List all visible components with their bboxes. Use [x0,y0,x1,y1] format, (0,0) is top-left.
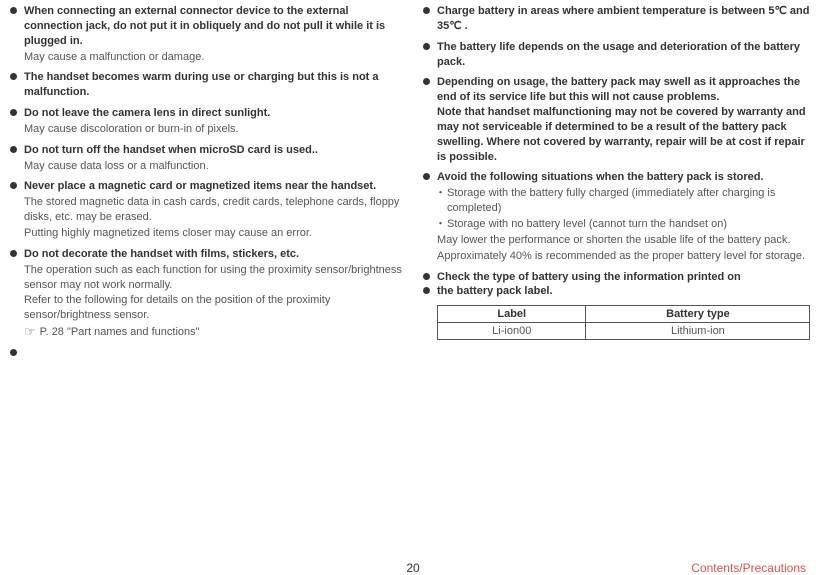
item-note: Refer to the following for details on th… [24,293,403,323]
item-note: The operation such as each function for … [24,263,403,293]
section-label: Contents/Precautions [691,561,806,575]
item-note: Putting highly magnetized items closer m… [24,226,403,241]
item-title: The battery life depends on the usage an… [437,40,816,70]
item-title: Do not leave the camera lens in direct s… [24,106,403,121]
table-header: Label [438,306,586,323]
bullet-icon [10,109,17,116]
bullet-icon [423,78,430,85]
item-title: Depending on usage, the battery pack may… [437,75,816,164]
item-title: When connecting an external connector de… [24,4,403,49]
page-number: 20 [406,561,419,575]
bullet-icon [423,173,430,180]
bullet-icon [10,7,17,14]
bullet-icon [423,7,430,14]
table-cell: Li-ion00 [438,323,586,340]
item-note: May lower the performance or shorten the… [437,233,816,248]
table-header: Battery type [586,306,810,323]
list-item: Check the type of battery using the info… [423,270,816,285]
item-note: May cause a malfunction or damage. [24,50,403,65]
item-note: May cause discoloration or burn-in of pi… [24,122,403,137]
list-item: Avoid the following situations when the … [423,170,816,263]
list-item: The battery life depends on the usage an… [423,40,816,70]
bullet-icon [10,73,17,80]
bullet-icon [423,273,430,280]
list-item: the battery pack label. [423,284,816,299]
pointer-icon: ☞ [24,325,36,338]
list-item: Never place a magnetic card or magnetize… [10,179,403,240]
bullet-icon [10,182,17,189]
item-note: Approximately 40% is recommended as the … [437,249,816,264]
list-item: The handset becomes warm during use or c… [10,70,403,100]
reference-text: P. 28 "Part names and functions" [40,326,200,338]
item-title: Never place a magnetic card or magnetize… [24,179,403,194]
item-title: Do not turn off the handset when microSD… [24,143,403,158]
reference-link: ☞ P. 28 "Part names and functions" [24,325,200,340]
list-item: Do not decorate the handset with films, … [10,247,403,340]
list-item: Depending on usage, the battery pack may… [423,75,816,164]
bullet-icon [423,43,430,50]
bullet-icon [423,287,430,294]
right-column: Charge battery in areas where ambient te… [423,4,816,346]
item-title: Avoid the following situations when the … [437,170,816,185]
item-note: The stored magnetic data in cash cards, … [24,195,403,225]
list-item: Charge battery in areas where ambient te… [423,4,816,34]
battery-type-table: Label Battery type Li-ion00 Lithium-ion [437,305,810,340]
item-note: May cause data loss or a malfunction. [24,159,403,174]
item-subpoint: Storage with no battery level (cannot tu… [437,217,816,232]
bullet-icon [10,250,17,257]
table-row: Li-ion00 Lithium-ion [438,323,810,340]
table-cell: Lithium-ion [586,323,810,340]
bullet-icon [10,349,17,356]
bullet-icon [10,146,17,153]
item-subpoint: Storage with the battery fully charged (… [437,186,816,216]
item-title: Do not decorate the handset with films, … [24,247,403,262]
item-title: Charge battery in areas where ambient te… [437,4,816,34]
item-title: Check the type of battery using the info… [437,270,816,285]
list-item: Do not turn off the handset when microSD… [10,143,403,174]
list-item: When connecting an external connector de… [10,4,403,64]
item-title: the battery pack label. [437,284,816,299]
item-title: The handset becomes warm during use or c… [24,70,403,100]
left-column: When connecting an external connector de… [10,4,403,346]
list-item: Do not leave the camera lens in direct s… [10,106,403,137]
